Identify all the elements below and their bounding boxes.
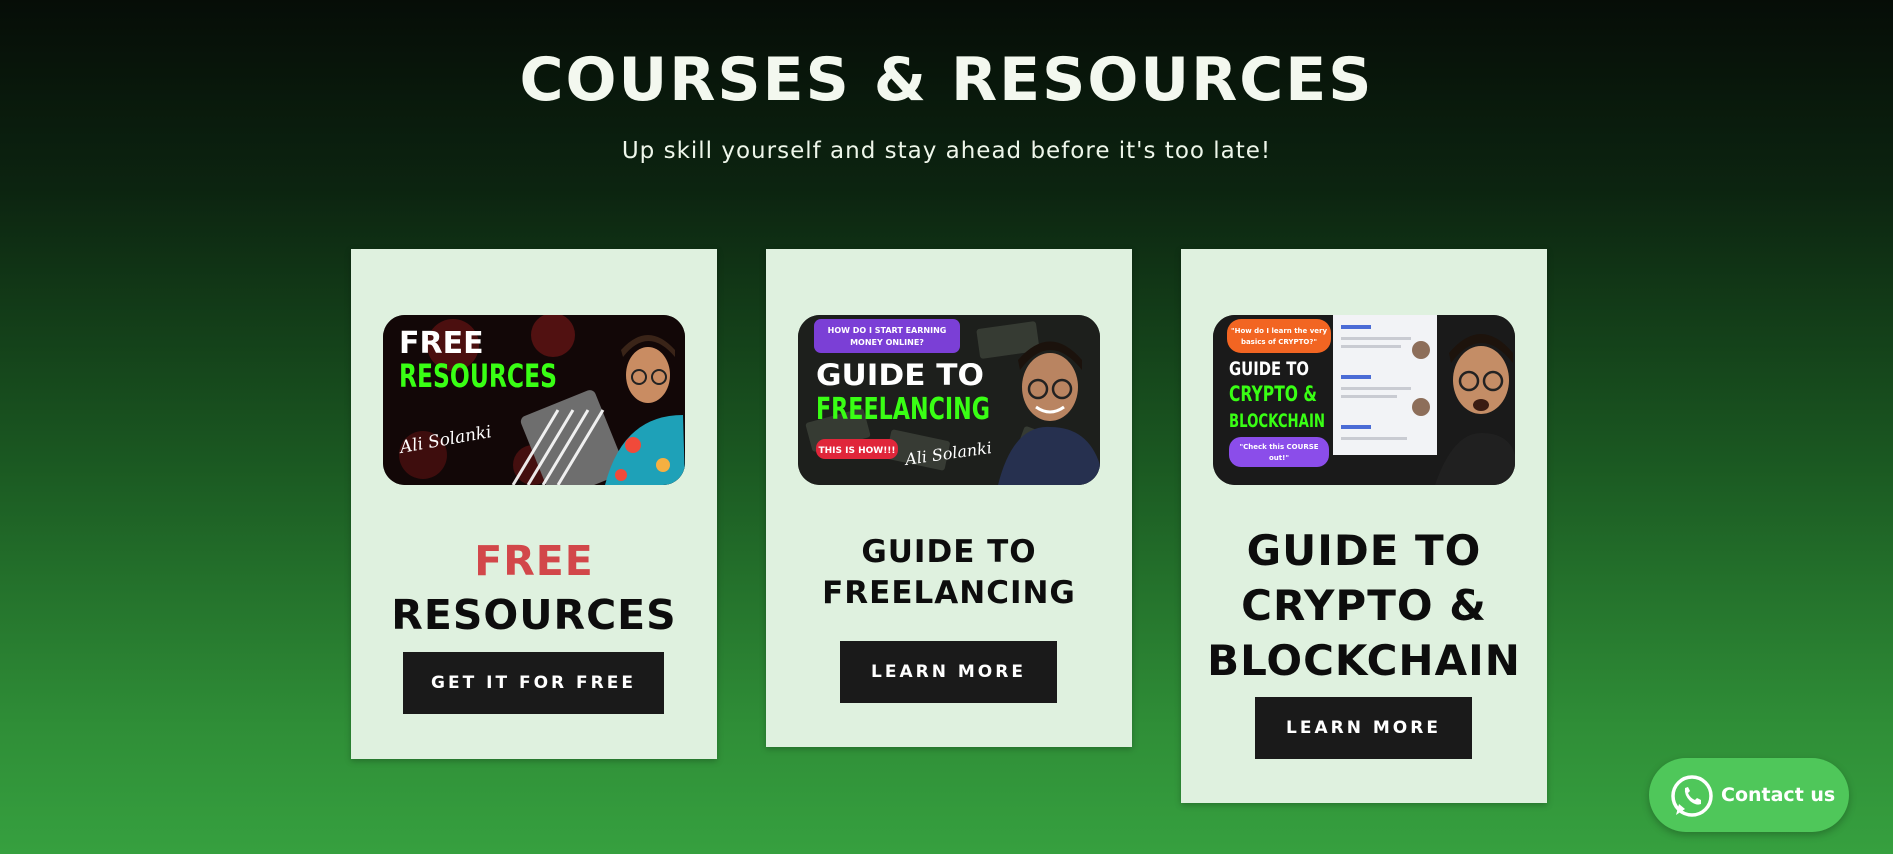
thumb-line2: CRYPTO & [1229,382,1317,406]
course-thumbnail[interactable]: HOW DO I START EARNING MONEY ONLINE? GUI… [798,315,1100,485]
whatsapp-icon [1671,775,1713,817]
thumb-tag: THIS IS HOW!!! [818,446,895,456]
card-title: GUIDE TO FREELANCING [822,534,1076,611]
thumb-tag-2: out!" [1269,454,1289,462]
thumb-line2: RESOURCES [399,357,557,395]
card-title: GUIDE TO CRYPTO & BLOCKCHAIN [1207,526,1521,685]
thumb-badge: "How do I learn the very [1231,327,1328,335]
thumb-line2: FREELANCING [816,392,990,427]
learn-more-button[interactable]: LEARN MORE [840,641,1057,703]
card-title: FREE RESOURCES [351,534,717,642]
thumbnail-image-free-resources: FREE RESOURCES Ali Solanki [383,315,685,485]
thumb-tag: "Check this COURSE [1239,443,1318,451]
card-title-rest: RESOURCES [391,591,677,639]
course-card-free-resources: FREE RESOURCES Ali Solanki FREE RESOURCE… [351,249,717,759]
card-title-accent: FREE [474,537,594,585]
section-title: COURSES & RESOURCES [519,45,1374,115]
thumb-line1: GUIDE TO [1229,358,1309,380]
thumbnail-image-crypto: "How do I learn the very basics of CRYPT… [1213,315,1515,485]
thumb-line3: BLOCKCHAIN [1229,410,1325,432]
thumb-badge: HOW DO I START EARNING [828,326,947,335]
contact-us-label: Contact us [1721,784,1836,806]
course-thumbnail[interactable]: "How do I learn the very basics of CRYPT… [1213,315,1515,485]
thumbnail-image-freelancing: HOW DO I START EARNING MONEY ONLINE? GUI… [798,315,1100,485]
thumb-line1: FREE [399,326,484,361]
course-card-freelancing: HOW DO I START EARNING MONEY ONLINE? GUI… [766,249,1132,747]
course-thumbnail[interactable]: FREE RESOURCES Ali Solanki [383,315,685,485]
section-subtitle: Up skill yourself and stay ahead before … [621,138,1272,164]
learn-more-button[interactable]: LEARN MORE [1255,697,1472,759]
thumb-badge-2: basics of CRYPTO?" [1241,338,1317,346]
course-card-crypto-blockchain: "How do I learn the very basics of CRYPT… [1181,249,1547,803]
contact-us-button[interactable]: Contact us [1649,758,1849,832]
get-it-for-free-button[interactable]: GET IT FOR FREE [403,652,664,714]
thumb-line1: GUIDE TO [816,358,984,392]
thumb-badge-2: MONEY ONLINE? [850,338,924,347]
